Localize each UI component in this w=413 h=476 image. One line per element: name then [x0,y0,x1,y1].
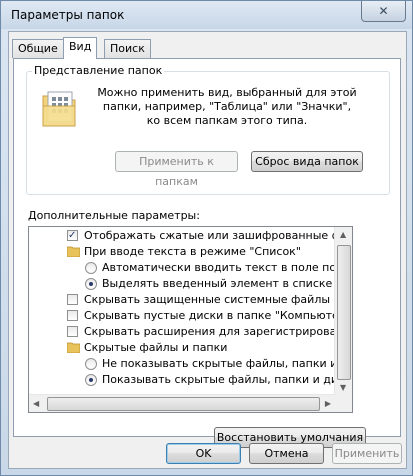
apply-button[interactable]: Применить [332,443,402,464]
list-item-label: Скрывать расширения для зарегистрированн… [84,325,335,338]
list-item-label: Отображать сжатые или зашифрованные файл… [84,229,335,242]
scroll-up-icon[interactable]: ▲ [340,230,346,239]
list-item-label: Скрытые файлы и папки [84,341,228,354]
checkbox-hide-extensions[interactable] [67,326,78,337]
radio-show-hidden[interactable] [85,374,97,386]
folder-views-group: Представление папок Можно применить вид,… [26,64,390,195]
tab-general[interactable]: Общие [12,39,64,58]
advanced-settings-viewport: Отображать сжатые или зашифрованные файл… [29,227,335,395]
scrollbar-corner [335,395,352,412]
reset-folders-button[interactable]: Сброс вида папок [251,151,363,172]
folder-views-legend: Представление папок [32,64,165,77]
tab-view[interactable]: Вид [63,37,98,59]
advanced-settings-list[interactable]: Отображать сжатые или зашифрованные файл… [28,226,353,413]
radio-hide-hidden[interactable] [85,358,97,370]
ok-button[interactable]: OK [166,443,241,464]
folder-icon [67,246,80,257]
title-bar[interactable]: Параметры папок ✕ [1,1,412,29]
list-item-label: При вводе текста в режиме "Список" [84,245,301,258]
advanced-settings-label: Дополнительные параметры: [28,209,200,222]
apply-to-folders-button[interactable]: Применить к папкам [115,151,238,188]
checkbox-show-ntfs[interactable] [67,228,78,244]
window-title: Параметры папок [11,8,125,22]
checkbox-hide-protected[interactable] [67,294,78,305]
list-item-label: Автоматически вводить текст в поле поиск… [102,261,335,274]
vertical-scroll-thumb[interactable] [337,245,351,380]
scroll-left-icon[interactable]: ◀ [33,399,39,408]
close-button[interactable]: ✕ [361,1,406,22]
radio-select-item[interactable] [85,278,97,290]
radio-auto-search[interactable] [85,262,97,274]
tab-search[interactable]: Поиск [104,39,151,58]
horizontal-scrollbar[interactable]: ◀ ▶ [29,394,335,412]
folder-view-icon [42,91,76,127]
list-item-label: Показывать скрытые файлы, папки и диски [102,373,335,386]
close-icon: ✕ [378,4,389,18]
list-item-label: Не показывать скрытые файлы, папки и дис… [102,357,335,370]
horizontal-scroll-thumb[interactable] [47,397,320,411]
list-item-label: Выделять введенный элемент в списке [102,277,333,290]
scroll-down-icon[interactable]: ▼ [340,383,346,392]
list-item-label: Скрывать защищенные системные файлы (рек… [84,293,335,306]
vertical-scrollbar[interactable]: ▲ ▼ [334,227,352,395]
folder-options-dialog: Параметры папок ✕ Общие Вид Поиск Предст… [0,0,413,476]
checkbox-hide-empty-drives[interactable] [67,310,78,321]
cancel-button[interactable]: Отмена [249,443,324,464]
list-item-label: Скрывать пустые диски в папке "Компьютер… [84,309,335,322]
folder-views-description: Можно применить вид, выбранный для этой … [97,86,357,127]
scroll-right-icon[interactable]: ▶ [325,399,331,408]
folder-icon [67,342,80,353]
dialog-client-area: Общие Вид Поиск Представление папок Можн… [8,31,407,469]
view-tab-panel: Представление папок Можно применить вид,… [13,58,401,448]
